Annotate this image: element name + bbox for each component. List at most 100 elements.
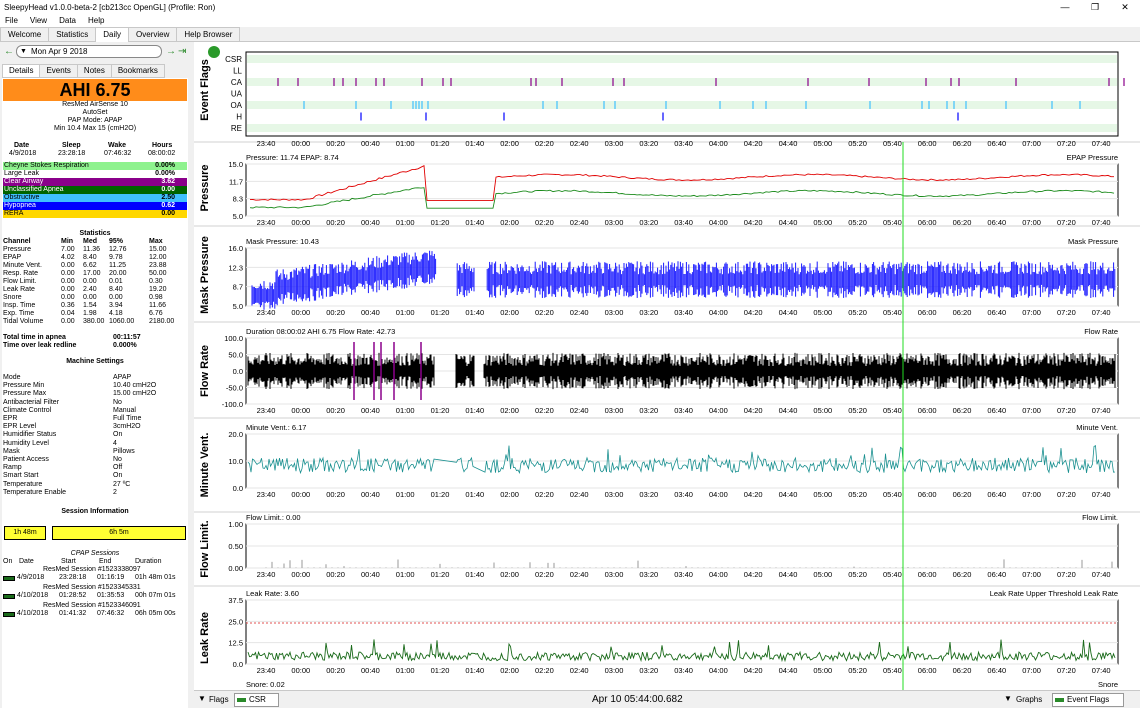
- mask-caption: Mask Pressure: 10.43: [246, 237, 319, 246]
- time-tick-label: 01:40: [465, 666, 484, 675]
- tab-statistics[interactable]: Statistics: [48, 27, 97, 41]
- time-tick-label: 04:00: [709, 490, 728, 499]
- time-tick-label: 02:40: [570, 406, 589, 415]
- csr-selector[interactable]: CSR: [234, 693, 279, 707]
- subtab-bookmarks[interactable]: Bookmarks: [110, 64, 165, 78]
- leak-legend: Leak Rate Upper Threshold Leak Rate: [990, 589, 1118, 598]
- flags-button[interactable]: Flags: [209, 695, 229, 704]
- session-enabled-checkbox[interactable]: [3, 612, 15, 617]
- subtab-details[interactable]: Details: [2, 64, 41, 78]
- minvent-caption: Minute Vent.: 6.17: [246, 423, 306, 432]
- statistics-cell: 9.78: [109, 254, 123, 261]
- machine-setting-value: Manual: [113, 406, 136, 414]
- close-button[interactable]: ✕: [1110, 0, 1140, 14]
- date-picker[interactable]: ▼ Mon Apr 9 2018: [16, 44, 162, 58]
- details-panel: AHI 6.75 ResMed AirSense 10 AutoSet PAP …: [2, 78, 188, 708]
- time-tick-label: 02:00: [500, 666, 519, 675]
- time-tick-label: 03:40: [674, 490, 693, 499]
- time-tick-label: 03:20: [639, 570, 658, 579]
- time-tick-label: 04:40: [779, 218, 798, 227]
- machine-setting-row: Pressure Max 15.00 cmH2O: [3, 390, 187, 398]
- session-bar-2[interactable]: 6h 5m: [52, 526, 186, 540]
- time-tick-label: 01:00: [396, 570, 415, 579]
- left-panel: ← ▼ Mon Apr 9 2018 → ⇥ Details Events No…: [0, 42, 190, 708]
- time-tick-label: 07:00: [1022, 490, 1041, 499]
- tab-help-browser[interactable]: Help Browser: [176, 27, 241, 41]
- prev-day-arrow-icon[interactable]: ←: [4, 46, 14, 57]
- machine-setting-value: No: [113, 398, 122, 406]
- flow-axis-label: Flow Rate: [199, 345, 211, 397]
- time-tick-label: 04:00: [709, 308, 728, 317]
- minvent-y-tick: 0.0: [233, 484, 243, 493]
- time-tick-label: 02:40: [570, 570, 589, 579]
- pressure-legend: EPAP Pressure: [1067, 153, 1118, 162]
- statistics-cell: 6.76: [149, 310, 163, 317]
- leak-redline-row: Time over leak redline 0.000%: [3, 342, 187, 350]
- window-title: SleepyHead v1.0.0-beta-2 [cb213cc OpenGL…: [4, 2, 216, 12]
- tab-overview[interactable]: Overview: [128, 27, 178, 41]
- time-tick-label: 06:40: [987, 406, 1006, 415]
- session-row[interactable]: 4/9/2018 23:28:18 01:16:19 01h 48m 01s: [3, 574, 187, 582]
- session-name: ResMed Session #1523338097: [3, 566, 187, 574]
- minimize-button[interactable]: —: [1050, 0, 1080, 14]
- statistics-cell: Resp. Rate: [3, 270, 39, 277]
- session-enabled-checkbox[interactable]: [3, 576, 15, 581]
- maximize-button[interactable]: ❐: [1080, 0, 1110, 14]
- time-tick-label: 03:40: [674, 666, 693, 675]
- machine-setting-label: Climate Control: [3, 406, 52, 414]
- time-tick-label: 04:20: [744, 308, 763, 317]
- time-tick-label: 05:20: [848, 308, 867, 317]
- next-day-arrow-icon[interactable]: →: [166, 46, 176, 57]
- time-tick-label: 02:20: [535, 139, 554, 148]
- machine-setting-row: Antibacterial Filter No: [3, 399, 187, 407]
- flow-y-tick: 100.0: [224, 334, 243, 343]
- tab-daily[interactable]: Daily: [95, 27, 129, 42]
- flags-dropdown-icon[interactable]: ▼: [198, 694, 206, 703]
- subtab-events[interactable]: Events: [39, 64, 78, 78]
- time-tick-label: 01:40: [465, 139, 484, 148]
- session-name-text: ResMed Session #1523338097: [43, 566, 141, 573]
- time-tick-label: 07:20: [1057, 218, 1076, 227]
- graphs-dropdown-icon[interactable]: ▼: [1004, 694, 1012, 703]
- session-start: 01:28:52: [59, 592, 87, 599]
- time-tick-label: 01:20: [431, 666, 450, 675]
- tab-welcome[interactable]: Welcome: [0, 27, 50, 41]
- last-day-arrow-icon[interactable]: ⇥: [178, 46, 186, 57]
- session-row[interactable]: 4/10/2018 01:41:32 07:46:32 06h 05m 00s: [3, 610, 187, 618]
- time-tick-label: 04:20: [744, 666, 763, 675]
- time-tick-label: 01:00: [396, 666, 415, 675]
- cursor-timestamp: Apr 10 05:44:00.682: [592, 694, 683, 705]
- time-tick-label: 05:40: [883, 308, 902, 317]
- time-tick-label: 03:40: [674, 406, 693, 415]
- menu-view[interactable]: View: [30, 16, 47, 25]
- graphs-canvas[interactable]: Event Flags Pressure Mask Pressure Flow Rat…: [194, 42, 1140, 690]
- pressure-y-tick: 8.3: [233, 195, 243, 204]
- dropdown-triangle-icon[interactable]: ▼: [20, 46, 27, 58]
- statistics-cell: 2180.00: [149, 318, 175, 325]
- menu-help[interactable]: Help: [88, 16, 104, 25]
- summary-header-wake: Wake: [108, 142, 127, 149]
- session-enabled-checkbox[interactable]: [3, 594, 15, 599]
- subtab-notes[interactable]: Notes: [76, 64, 112, 78]
- apnea-time-row: Total time in apnea 00:11:57: [3, 334, 187, 342]
- session-bar-1[interactable]: 1h 48m: [4, 526, 46, 540]
- time-tick-label: 05:20: [848, 666, 867, 675]
- graphs-button[interactable]: Graphs: [1016, 695, 1042, 704]
- session-start: 01:41:32: [59, 610, 87, 617]
- leak-plot: [245, 599, 1119, 665]
- event-index-value: 0.00%: [155, 170, 175, 177]
- menu-data[interactable]: Data: [59, 16, 76, 25]
- machine-setting-row: Temperature Enable 2: [3, 489, 187, 497]
- statistics-cell: Minute Vent.: [3, 262, 42, 269]
- time-tick-label: 03:00: [605, 570, 624, 579]
- menu-file[interactable]: File: [5, 16, 18, 25]
- time-tick-label: 00:00: [291, 490, 310, 499]
- event-flag-label: CA: [231, 78, 243, 87]
- session-name: ResMed Session #1523346091: [3, 602, 187, 610]
- cpap-sessions-title: CPAP Sessions: [70, 550, 120, 557]
- detail-tabs: Details Events Notes Bookmarks: [2, 64, 165, 78]
- event-flags-selector[interactable]: Event Flags: [1052, 693, 1125, 707]
- session-row[interactable]: 4/10/2018 01:28:52 01:35:53 00h 07m 01s: [3, 592, 187, 600]
- statistics-cell: 1.98: [83, 310, 97, 317]
- event-flags-row-band: [247, 55, 1117, 63]
